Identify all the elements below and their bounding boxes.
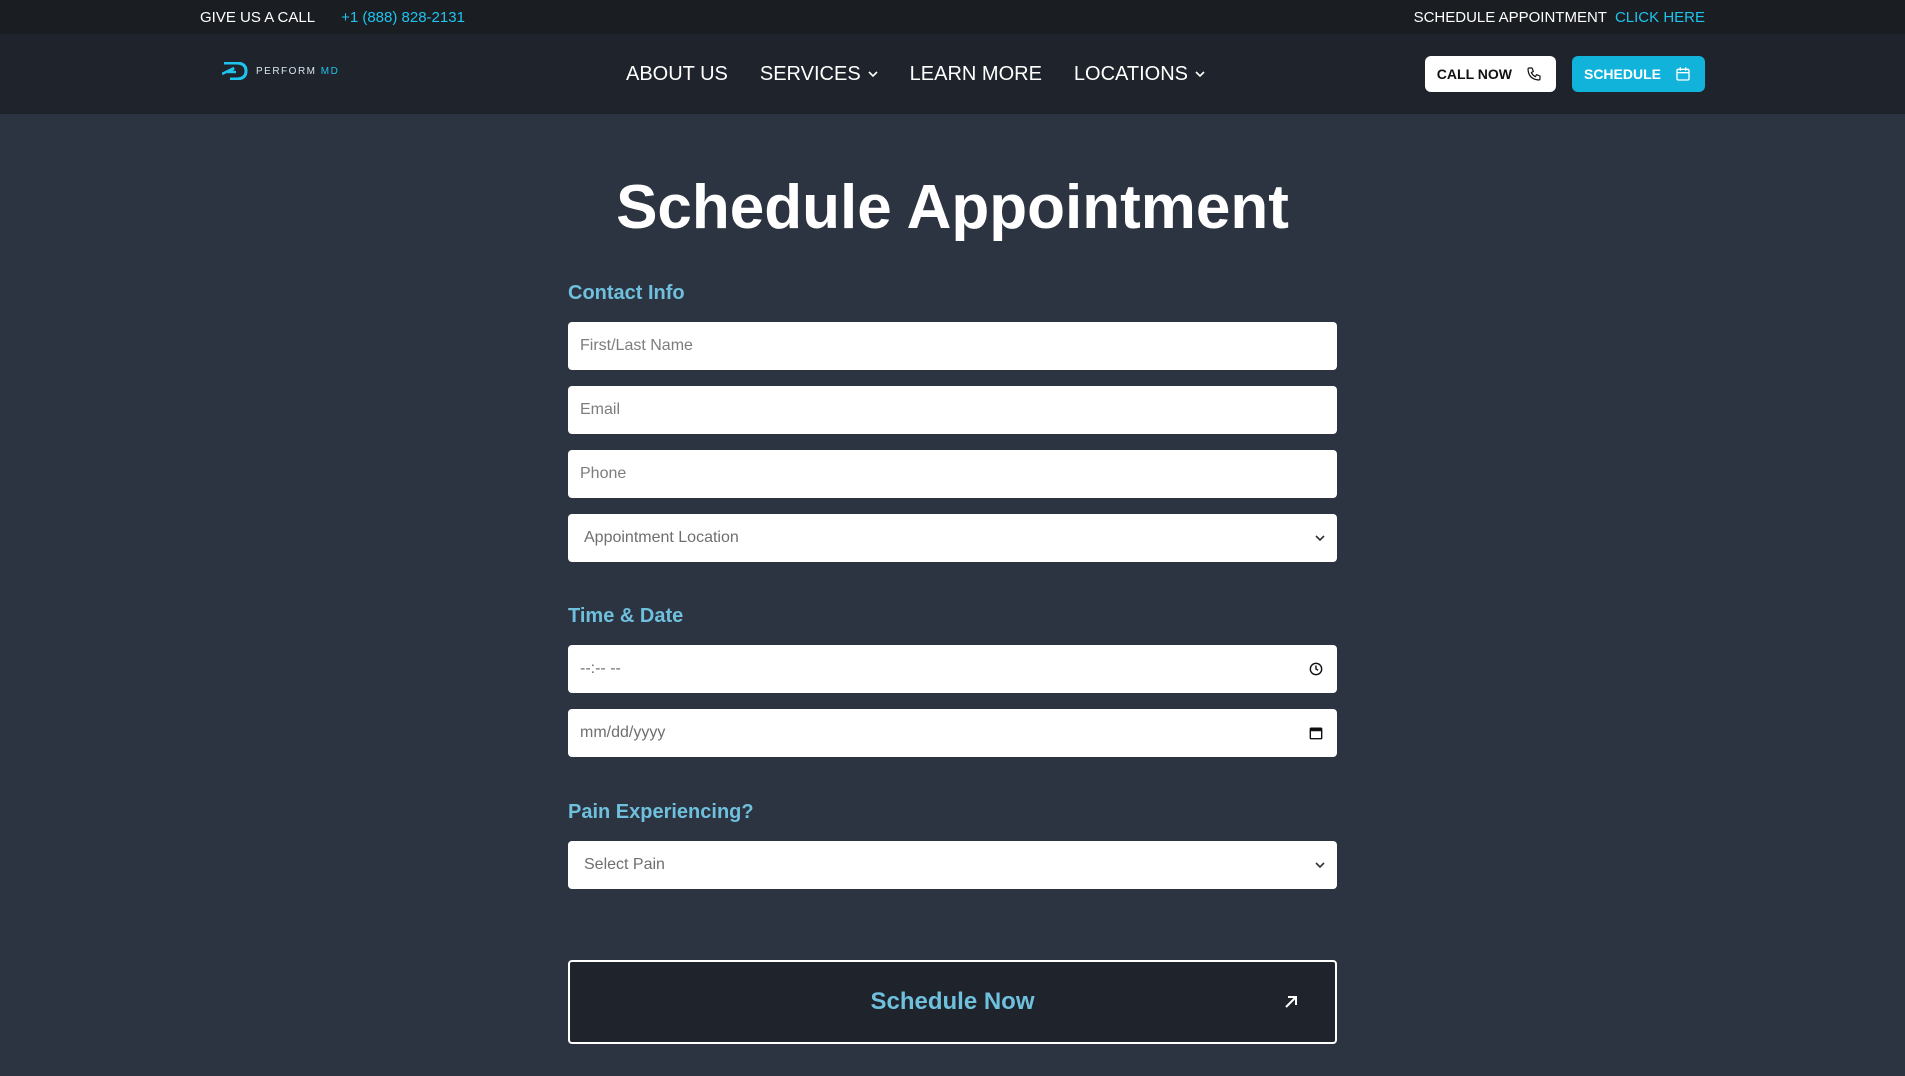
chevron-down-icon	[1315, 862, 1325, 869]
nav-about-us[interactable]: ABOUT US	[626, 63, 728, 86]
page-title: Schedule Appointment	[616, 173, 1289, 242]
nav-services[interactable]: SERVICES	[760, 63, 878, 86]
phone-link[interactable]: +1 (888) 828-2131	[341, 9, 465, 26]
calendar-icon[interactable]	[1307, 724, 1325, 742]
time-field[interactable]: --:-- --	[568, 645, 1337, 693]
location-select-value: Appointment Location	[584, 529, 739, 546]
phone-icon	[1527, 67, 1541, 81]
main-navbar: PERFORM MD ABOUT US SERVICES LEARN MORE …	[0, 34, 1905, 114]
phone-input[interactable]	[580, 465, 1325, 483]
schedule-button[interactable]: SCHEDULE	[1571, 56, 1705, 92]
nav-buttons: CALL NOW SCHEDULE	[1424, 56, 1705, 92]
logo-text: PERFORM MD	[256, 66, 339, 77]
schedule-now-button[interactable]: Schedule Now	[568, 960, 1337, 1044]
email-input[interactable]	[580, 401, 1325, 419]
nav-learn-more-label: LEARN MORE	[909, 62, 1042, 85]
nav-services-label: SERVICES	[759, 62, 861, 85]
pain-select[interactable]: Select Pain	[568, 841, 1337, 889]
schedule-button-label: SCHEDULE	[1583, 66, 1661, 82]
nav-learn-more[interactable]: LEARN MORE	[910, 63, 1042, 86]
pain-select-value: Select Pain	[584, 856, 665, 873]
logo-text-a: PERFORM	[256, 65, 317, 77]
nav-menu: ABOUT US SERVICES LEARN MORE LOCATIONS	[626, 34, 1205, 114]
nav-locations-label: LOCATIONS	[1073, 62, 1188, 85]
logo-mark-icon	[222, 62, 248, 80]
call-now-label: CALL NOW	[1436, 66, 1512, 82]
contact-info-heading: Contact Info	[568, 282, 685, 304]
clock-icon[interactable]	[1307, 660, 1325, 678]
schedule-label: SCHEDULE APPOINTMENT	[1413, 8, 1607, 26]
schedule-now-label: Schedule Now	[870, 988, 1035, 1015]
email-field[interactable]	[568, 386, 1337, 434]
logo[interactable]: PERFORM MD	[222, 62, 339, 80]
chevron-down-icon	[868, 71, 878, 78]
arrow-up-right-icon	[1285, 996, 1297, 1008]
top-bar-schedule: SCHEDULE APPOINTMENT CLICK HERE	[1414, 0, 1705, 34]
nav-locations[interactable]: LOCATIONS	[1074, 63, 1205, 86]
chevron-down-icon	[1195, 71, 1205, 78]
nav-about-us-label: ABOUT US	[626, 62, 728, 85]
schedule-click-here-link[interactable]: CLICK HERE	[1615, 9, 1705, 26]
chevron-down-icon	[1315, 535, 1325, 542]
time-date-heading: Time & Date	[568, 605, 684, 627]
location-select[interactable]: Appointment Location	[568, 514, 1337, 562]
call-label: GIVE US A CALL	[200, 8, 316, 26]
top-bar: GIVE US A CALL +1 (888) 828-2131 SCHEDUL…	[0, 0, 1905, 34]
pain-heading: Pain Experiencing?	[568, 801, 754, 823]
top-bar-contact: GIVE US A CALL +1 (888) 828-2131	[200, 0, 465, 34]
phone-field[interactable]	[568, 450, 1337, 498]
time-input-placeholder: --:-- --	[580, 660, 621, 677]
logo-text-b: MD	[320, 65, 340, 77]
call-now-button[interactable]: CALL NOW	[1424, 56, 1556, 92]
name-input[interactable]	[580, 337, 1325, 355]
date-field[interactable]: mm/dd/yyyy	[568, 709, 1337, 757]
calendar-icon	[1676, 67, 1690, 81]
name-field[interactable]	[568, 322, 1337, 370]
date-input-placeholder: mm/dd/yyyy	[580, 724, 666, 741]
